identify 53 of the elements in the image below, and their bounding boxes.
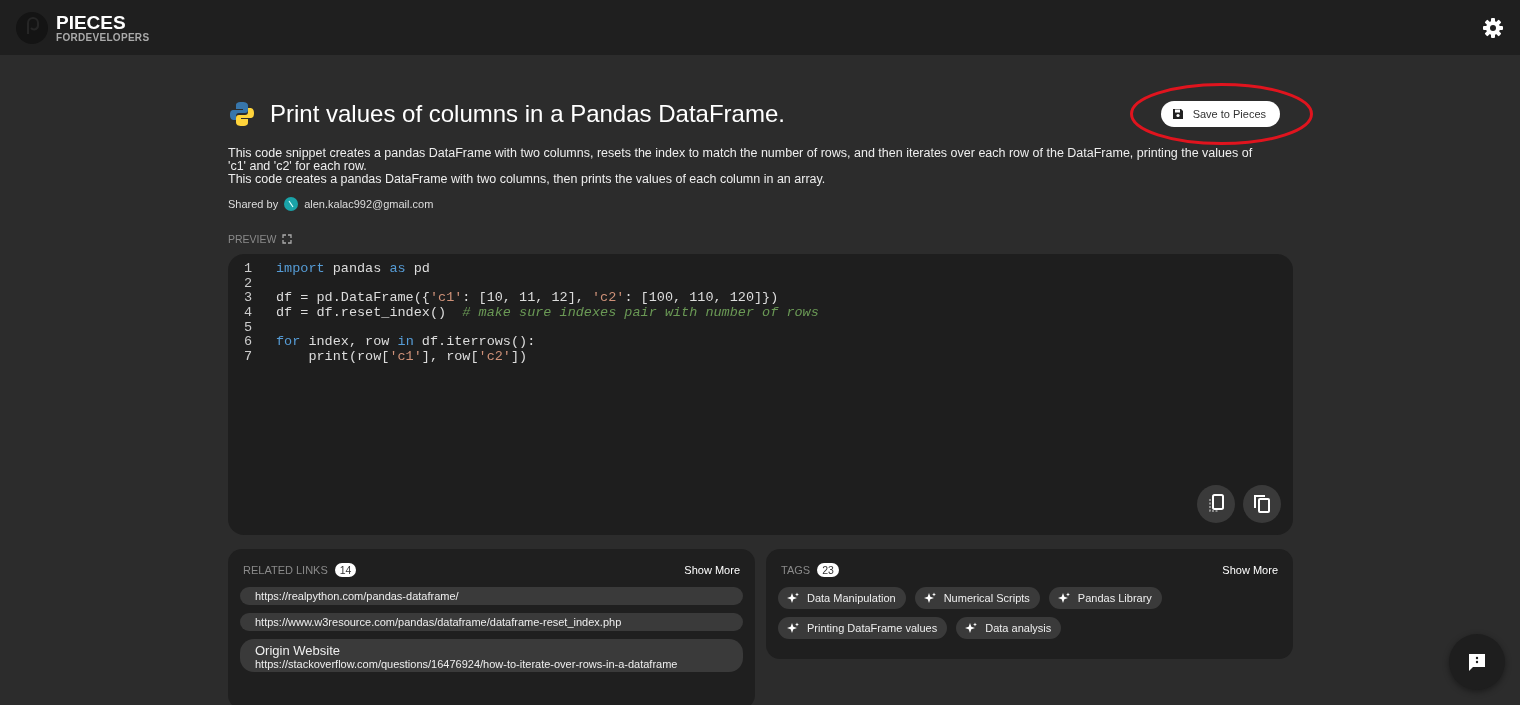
chat-icon — [1467, 652, 1487, 672]
code-line: import pandas as pd — [276, 262, 430, 277]
preview-label: PREVIEW — [228, 233, 277, 245]
save-icon — [1171, 108, 1184, 120]
link-card[interactable]: Origin Website https://stackoverflow.com/questions/16476924/how-to-iterate-over-rows-in-a-dataframe — [240, 639, 743, 672]
code-line: df = pd.DataFrame({'c1': [10, 11, 12], 'c2': [100, 110, 120]}) — [276, 291, 779, 307]
count-badge: 14 — [334, 563, 357, 577]
link-chip[interactable]: https://realpython.com/pandas-dataframe/ — [240, 587, 743, 605]
sparkle-icon — [1056, 592, 1070, 604]
author-email: alen.kalac992@gmail.com — [304, 198, 434, 210]
brand-tagline: FORDEVELOPERS — [56, 32, 150, 43]
line-number: 3 — [244, 291, 254, 307]
description-text: This code creates a pandas DataFrame with two columns, then prints the values of each column in an array. — [228, 173, 827, 186]
code-line: for index, row in df.iterrows(): — [276, 335, 536, 351]
line-number: 7 — [244, 350, 254, 365]
tag-chip[interactable]: Data Manipulation — [778, 587, 906, 609]
line-number: 1 — [244, 262, 254, 277]
panel-title: TAGS — [781, 564, 811, 576]
panel-title: RELATED LINKS — [243, 564, 328, 576]
avatar-icon — [284, 197, 299, 211]
code-line: print(row['c1'], row['c2']) — [307, 350, 528, 365]
settings-icon[interactable] — [1482, 16, 1504, 39]
sparkle-icon — [786, 592, 799, 604]
link-chip[interactable]: https://www.w3resource.com/pandas/dataframe/dataframe-reset_index.php — [240, 613, 743, 631]
sparkle-icon — [964, 622, 978, 634]
copy-icon — [1253, 494, 1271, 514]
tag-chip[interactable]: Numerical Scripts — [914, 587, 1040, 609]
document-copy-button[interactable] — [1197, 485, 1235, 523]
sparkle-icon — [922, 592, 936, 604]
python-logo-icon — [228, 100, 256, 128]
chat-button[interactable] — [1449, 634, 1505, 690]
save-to-pieces-button[interactable]: Save to Pieces — [1160, 101, 1280, 127]
code-line: df = df.reset_index() # make sure indexes pair with number of rows — [276, 306, 819, 321]
expand-icon[interactable] — [282, 234, 293, 244]
tag-chip[interactable]: Printing DataFrame values — [778, 617, 948, 639]
line-number: 4 — [244, 306, 254, 321]
show-more-button[interactable]: Show More — [684, 564, 740, 576]
brand-name: PIECES — [56, 12, 127, 32]
show-more-button[interactable]: Show More — [1222, 564, 1278, 576]
tag-chip[interactable]: Data analysis — [956, 617, 1062, 639]
link-url: https://stackoverflow.com/questions/16476924/how-to-iterate-over-rows-in-a-dataframe — [255, 658, 678, 670]
description-text: This code snippet creates a pandas DataFrame with two columns, resets the index to match the number of rows, and then iterates over each row of the DataFrame, printing the values of 'c1' and 'c2' for each row. — [228, 147, 1254, 173]
copy-button[interactable] — [1243, 485, 1281, 523]
count-badge: 23 — [817, 563, 839, 577]
line-number: 2 — [244, 276, 254, 292]
sparkle-icon — [786, 622, 799, 634]
line-number: 5 — [244, 320, 254, 336]
snippet-title: Print values of columns in a Pandas DataFrame. — [270, 100, 785, 128]
tag-chip[interactable]: Pandas Library — [1048, 587, 1162, 609]
shared-by-label: Shared by — [228, 198, 279, 210]
link-title: Origin Website — [255, 644, 341, 658]
line-number: 6 — [244, 335, 254, 351]
document-icon — [1207, 494, 1225, 514]
